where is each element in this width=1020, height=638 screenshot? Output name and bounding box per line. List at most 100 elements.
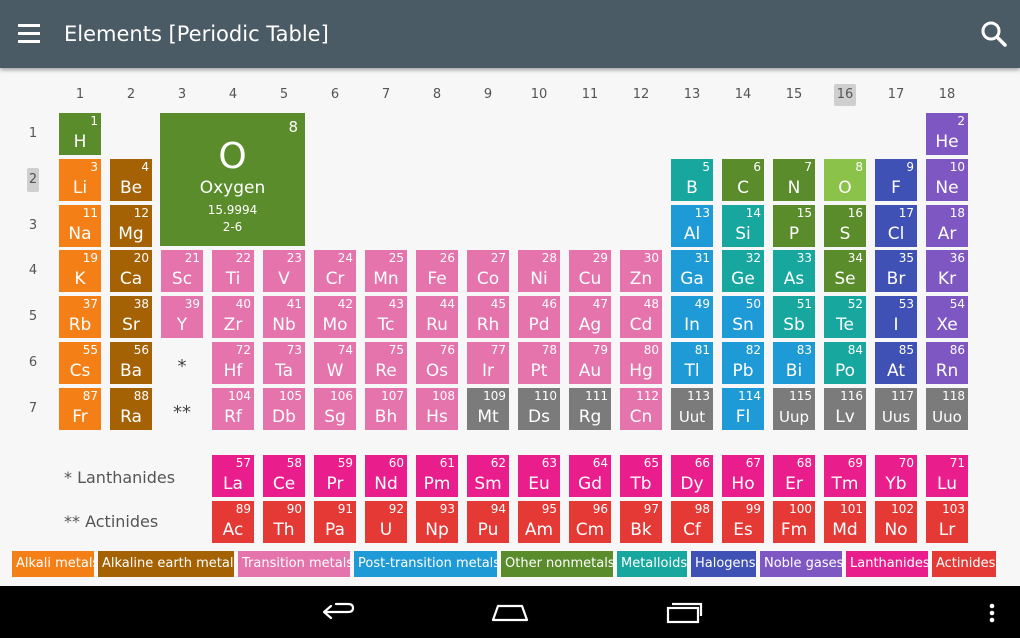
element-cell-kr[interactable]: 36 Kr bbox=[926, 250, 968, 292]
element-cell-in[interactable]: 49 In bbox=[671, 296, 713, 338]
group-number-3[interactable]: 3 bbox=[171, 84, 193, 106]
element-cell-no[interactable]: 102 No bbox=[875, 501, 917, 543]
element-cell-pb[interactable]: 82 Pb bbox=[722, 342, 764, 384]
element-cell-es[interactable]: 99 Es bbox=[722, 501, 764, 543]
element-cell-uup[interactable]: 115 Uup bbox=[773, 388, 815, 430]
element-cell-pd[interactable]: 46 Pd bbox=[518, 296, 560, 338]
element-cell-ce[interactable]: 58 Ce bbox=[263, 455, 305, 497]
group-number-12[interactable]: 12 bbox=[630, 84, 652, 106]
back-icon[interactable] bbox=[318, 596, 358, 628]
element-cell-sr[interactable]: 38 Sr bbox=[110, 296, 152, 338]
group-number-4[interactable]: 4 bbox=[222, 84, 244, 106]
element-cell-sc[interactable]: 21 Sc bbox=[161, 250, 203, 292]
element-cell-sn[interactable]: 50 Sn bbox=[722, 296, 764, 338]
element-cell-br[interactable]: 35 Br bbox=[875, 250, 917, 292]
element-cell-u[interactable]: 92 U bbox=[365, 501, 407, 543]
element-cell-v[interactable]: 23 V bbox=[263, 250, 305, 292]
element-cell-rh[interactable]: 45 Rh bbox=[467, 296, 509, 338]
element-cell-uut[interactable]: 113 Uut bbox=[671, 388, 713, 430]
element-cell-te[interactable]: 52 Te bbox=[824, 296, 866, 338]
element-cell-gd[interactable]: 64 Gd bbox=[569, 455, 611, 497]
selected-element-card[interactable]: 8 O Oxygen 15.9994 2-6 bbox=[160, 113, 305, 246]
element-cell-b[interactable]: 5B bbox=[671, 159, 713, 201]
element-cell-am[interactable]: 95 Am bbox=[518, 501, 560, 543]
group-number-7[interactable]: 7 bbox=[375, 84, 397, 106]
overflow-menu-icon[interactable] bbox=[986, 596, 998, 628]
element-cell-sm[interactable]: 62 Sm bbox=[467, 455, 509, 497]
group-number-1[interactable]: 1 bbox=[69, 84, 91, 106]
element-cell-pu[interactable]: 94 Pu bbox=[467, 501, 509, 543]
search-icon[interactable] bbox=[980, 20, 1008, 48]
element-cell-er[interactable]: 68 Er bbox=[773, 455, 815, 497]
element-cell-i[interactable]: 53 I bbox=[875, 296, 917, 338]
element-cell-uus[interactable]: 117 Uus bbox=[875, 388, 917, 430]
element-cell-yb[interactable]: 70 Yb bbox=[875, 455, 917, 497]
element-cell-s[interactable]: 16 S bbox=[824, 205, 866, 247]
element-cell-nd[interactable]: 60 Nd bbox=[365, 455, 407, 497]
element-cell-as[interactable]: 33 As bbox=[773, 250, 815, 292]
element-cell-k[interactable]: 19 K bbox=[59, 250, 101, 292]
element-cell-o[interactable]: 8O bbox=[824, 159, 866, 201]
period-number-2[interactable]: 2 bbox=[27, 168, 39, 192]
element-cell-pr[interactable]: 59 Pr bbox=[314, 455, 356, 497]
element-cell-bh[interactable]: 107 Bh bbox=[365, 388, 407, 430]
element-cell-md[interactable]: 101 Md bbox=[824, 501, 866, 543]
legend-item-halogens[interactable]: Halogens bbox=[691, 551, 756, 577]
element-cell-ca[interactable]: 20 Ca bbox=[110, 250, 152, 292]
element-cell-cn[interactable]: 112 Cn bbox=[620, 388, 662, 430]
element-cell-se[interactable]: 34 Se bbox=[824, 250, 866, 292]
group-number-18[interactable]: 18 bbox=[936, 84, 958, 106]
recent-apps-icon[interactable] bbox=[664, 596, 704, 628]
element-cell-lu[interactable]: 71 Lu bbox=[926, 455, 968, 497]
element-cell-ne[interactable]: 10 Ne bbox=[926, 159, 968, 201]
element-cell-al[interactable]: 13 Al bbox=[671, 205, 713, 247]
element-cell-ir[interactable]: 77 Ir bbox=[467, 342, 509, 384]
element-cell-ar[interactable]: 18 Ar bbox=[926, 205, 968, 247]
element-cell-la[interactable]: 57 La bbox=[212, 455, 254, 497]
period-number-4[interactable]: 4 bbox=[27, 259, 39, 283]
element-cell-zr[interactable]: 40 Zr bbox=[212, 296, 254, 338]
group-number-2[interactable]: 2 bbox=[120, 84, 142, 106]
element-cell-au[interactable]: 79 Au bbox=[569, 342, 611, 384]
element-cell-f[interactable]: 9F bbox=[875, 159, 917, 201]
element-cell-tl[interactable]: 81 Tl bbox=[671, 342, 713, 384]
element-cell-nb[interactable]: 41 Nb bbox=[263, 296, 305, 338]
legend-item-alkaline-earth-metals[interactable]: Alkaline earth metals bbox=[98, 551, 240, 577]
group-number-13[interactable]: 13 bbox=[681, 84, 703, 106]
element-cell-mt[interactable]: 109 Mt bbox=[467, 388, 509, 430]
element-cell-hf[interactable]: 72 Hf bbox=[212, 342, 254, 384]
element-cell-fm[interactable]: 100 Fm bbox=[773, 501, 815, 543]
element-cell-he[interactable]: 2 He bbox=[926, 113, 968, 155]
period-number-6[interactable]: 6 bbox=[27, 351, 39, 375]
element-cell-eu[interactable]: 63 Eu bbox=[518, 455, 560, 497]
element-cell-mn[interactable]: 25 Mn bbox=[365, 250, 407, 292]
element-cell-ge[interactable]: 32 Ge bbox=[722, 250, 764, 292]
group-number-5[interactable]: 5 bbox=[273, 84, 295, 106]
element-cell-at[interactable]: 85 At bbox=[875, 342, 917, 384]
legend-item-alkali-metals[interactable]: Alkali metals bbox=[12, 551, 99, 577]
element-cell-tb[interactable]: 65 Tb bbox=[620, 455, 662, 497]
element-cell-ti[interactable]: 22 Ti bbox=[212, 250, 254, 292]
element-cell-ag[interactable]: 47 Ag bbox=[569, 296, 611, 338]
element-cell-os[interactable]: 76 Os bbox=[416, 342, 458, 384]
element-cell-xe[interactable]: 54 Xe bbox=[926, 296, 968, 338]
element-cell-ra[interactable]: 88 Ra bbox=[110, 388, 152, 430]
group-number-6[interactable]: 6 bbox=[324, 84, 346, 106]
legend-item-metalloids[interactable]: Metalloids bbox=[617, 551, 687, 577]
element-cell-ru[interactable]: 44 Ru bbox=[416, 296, 458, 338]
group-number-17[interactable]: 17 bbox=[885, 84, 907, 106]
element-cell-pa[interactable]: 91 Pa bbox=[314, 501, 356, 543]
legend-item-noble-gases[interactable]: Noble gases bbox=[760, 551, 843, 577]
element-cell-ac[interactable]: 89 Ac bbox=[212, 501, 254, 543]
element-cell-bi[interactable]: 83 Bi bbox=[773, 342, 815, 384]
element-cell-hs[interactable]: 108 Hs bbox=[416, 388, 458, 430]
element-cell-hg[interactable]: 80 Hg bbox=[620, 342, 662, 384]
element-cell-rb[interactable]: 37 Rb bbox=[59, 296, 101, 338]
element-cell-zn[interactable]: 30 Zn bbox=[620, 250, 662, 292]
legend-item-actinides[interactable]: Actinides bbox=[932, 551, 996, 577]
element-cell-cr[interactable]: 24 Cr bbox=[314, 250, 356, 292]
element-cell-rn[interactable]: 86 Rn bbox=[926, 342, 968, 384]
element-cell-ta[interactable]: 73 Ta bbox=[263, 342, 305, 384]
element-cell-cm[interactable]: 96 Cm bbox=[569, 501, 611, 543]
group-number-14[interactable]: 14 bbox=[732, 84, 754, 106]
